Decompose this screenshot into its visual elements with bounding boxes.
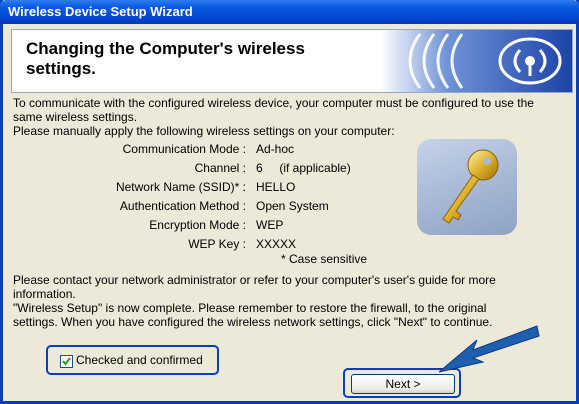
setting-network-name: Network Name (SSID)* : HELLO bbox=[115, 180, 296, 194]
setting-channel: Channel : 6 (if applicable) bbox=[194, 161, 351, 175]
confirm-checkbox-highlight: Checked and confirmed bbox=[46, 345, 219, 375]
wizard-window: Wireless Device Setup Wizard Changing th… bbox=[0, 0, 579, 404]
header-banner: Changing the Computer's wireless setting… bbox=[11, 29, 573, 93]
key-icon bbox=[417, 139, 517, 235]
setting-communication-mode: Communication Mode : Ad-hoc bbox=[122, 142, 295, 156]
confirm-checkbox-label[interactable]: Checked and confirmed bbox=[76, 353, 203, 367]
case-sensitive-note: * Case sensitive bbox=[281, 252, 368, 266]
window-title: Wireless Device Setup Wizard bbox=[8, 4, 193, 19]
setting-wep-key: WEP Key : XXXXX bbox=[188, 237, 297, 251]
window-titlebar[interactable]: Wireless Device Setup Wizard bbox=[0, 0, 579, 24]
intro-text: To communicate with the configured wirel… bbox=[13, 96, 534, 138]
checkmark-icon bbox=[62, 357, 71, 366]
setting-authentication-method: Authentication Method : Open System bbox=[119, 199, 329, 213]
setting-encryption-mode: Encryption Mode : WEP bbox=[149, 218, 284, 232]
arrow-pointer-icon bbox=[438, 325, 540, 373]
wireless-signal-icon bbox=[380, 30, 572, 92]
confirm-checkbox[interactable] bbox=[60, 355, 73, 368]
footer-text: Please contact your network administrato… bbox=[13, 273, 496, 329]
page-title: Changing the Computer's wireless setting… bbox=[26, 39, 305, 78]
